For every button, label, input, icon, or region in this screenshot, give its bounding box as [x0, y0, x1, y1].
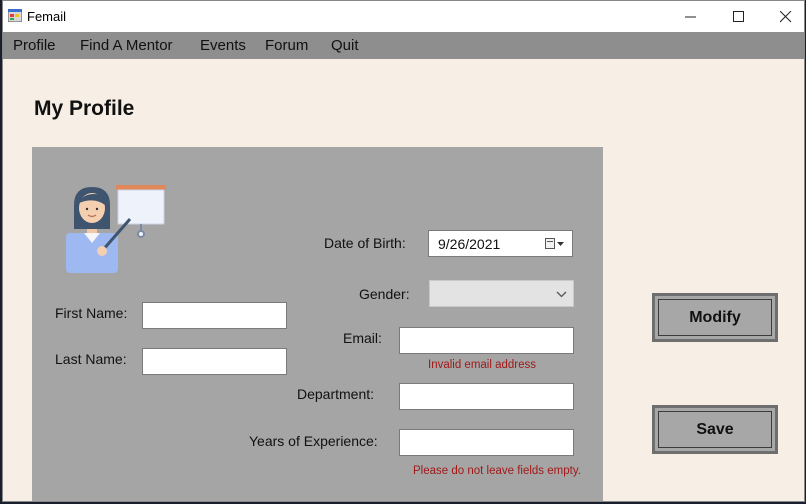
email-label: Email:	[343, 330, 382, 346]
years-of-experience-label: Years of Experience:	[249, 433, 378, 449]
chevron-down-icon	[556, 291, 567, 298]
modify-button[interactable]: Modify	[652, 293, 778, 342]
teacher-presenting-illustration	[66, 185, 166, 273]
maximize-button[interactable]	[716, 1, 762, 32]
window-title: Femail	[27, 9, 67, 24]
page-title: My Profile	[34, 97, 135, 120]
title-bar: Femail	[3, 1, 804, 32]
menu-item-forum[interactable]: Forum	[265, 37, 308, 54]
menu-bar: Profile Find A Mentor Events Forum Quit	[3, 32, 804, 59]
close-icon	[780, 10, 792, 22]
date-of-birth-label: Date of Birth:	[324, 235, 406, 251]
gender-select[interactable]	[429, 280, 574, 307]
maximize-icon	[733, 10, 744, 22]
minimize-button[interactable]	[668, 1, 714, 32]
date-of-birth-value: 9/26/2021	[438, 236, 501, 252]
menu-item-quit[interactable]: Quit	[331, 37, 359, 54]
menu-item-find-a-mentor[interactable]: Find A Mentor	[80, 37, 173, 54]
email-error-message: Invalid email address	[428, 359, 537, 371]
profile-form-panel: First Name: Last Name: Date of Birth: 9/…	[32, 147, 603, 501]
years-of-experience-input[interactable]	[399, 429, 574, 456]
close-button[interactable]	[763, 1, 804, 32]
save-button-label: Save	[696, 420, 734, 438]
first-name-label: First Name:	[55, 305, 128, 321]
app-window: Femail Profile Find A Mentor Events Foru…	[2, 0, 805, 502]
minimize-icon	[685, 16, 696, 17]
date-of-birth-picker[interactable]: 9/26/2021	[428, 230, 573, 257]
empty-fields-error-message: Please do not leave fields empty.	[413, 465, 581, 477]
department-input[interactable]	[399, 383, 574, 410]
menu-item-events[interactable]: Events	[200, 37, 246, 54]
modify-button-label: Modify	[689, 308, 741, 326]
first-name-input[interactable]	[142, 302, 287, 329]
gender-label: Gender:	[359, 286, 410, 302]
calendar-dropdown-icon[interactable]	[545, 238, 565, 250]
save-button[interactable]: Save	[652, 405, 778, 454]
last-name-label: Last Name:	[55, 351, 127, 367]
department-label: Department:	[297, 386, 375, 402]
last-name-input[interactable]	[142, 348, 287, 375]
menu-item-profile[interactable]: Profile	[13, 37, 56, 54]
email-input[interactable]	[399, 327, 574, 354]
app-window-icon	[8, 9, 22, 22]
